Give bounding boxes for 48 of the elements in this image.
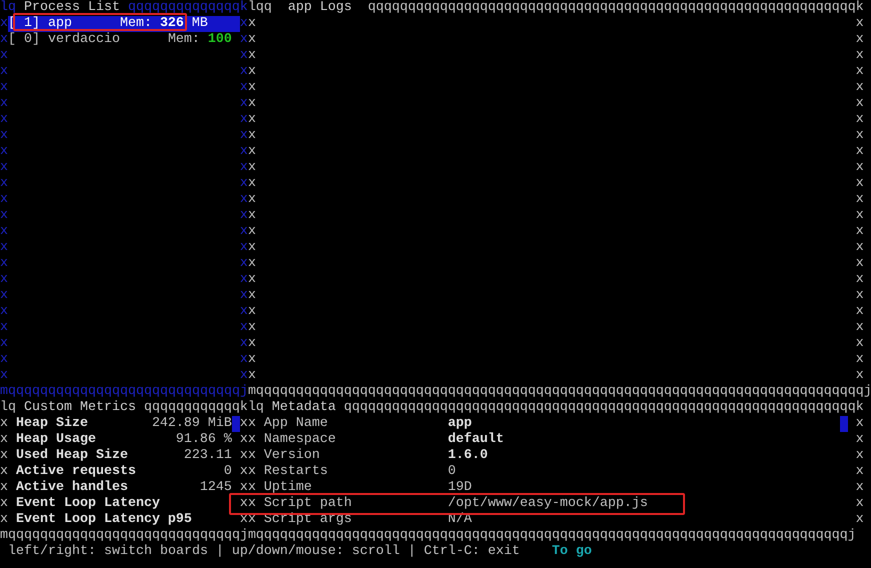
- metric-label: Event Loop Latency p95: [16, 512, 192, 528]
- panel-title: Metadata: [270, 400, 337, 416]
- metric-value: 242.89 MiB: [152, 416, 232, 432]
- metadata-value: 0: [448, 464, 456, 480]
- border-rule: mqqqqqqqqqqqqqqqqqqqqqqqqqqqqqqqqqqqqqqqqqqqqqqqqqqqqqqqqqqqqqqqqqqqqqqqqqqqqj: [248, 384, 871, 400]
- metric-value: 91.86 %: [176, 432, 232, 448]
- metric-value: 0: [224, 464, 232, 480]
- border-rule: qqqqqqqqqqqqqqqqqqqqqqqqqqqqqqqqqqqqqqqqqqqqqqqqqqqqqqqqqqqqqqqqk: [344, 400, 864, 416]
- metric-label: Active requests: [16, 464, 136, 480]
- border-edge: xxxxxxx: [856, 416, 864, 528]
- panel-title: Process List: [22, 0, 121, 16]
- panel-title: Custom Metrics: [22, 400, 137, 416]
- border-corner: lq: [0, 0, 16, 16]
- metadata-label: Restarts: [264, 464, 329, 480]
- metric-label: Used Heap Size: [16, 448, 128, 464]
- border-rule: qqqqqqqqqqqqqqqqqqqqqqqqqqqqqqqqqqqqqqqqqqqqqqqqqqqqqqqqqqqqqk: [368, 0, 864, 16]
- border-rule: mqqqqqqqqqqqqqqqqqqqqqqqqqqqqqj: [0, 528, 248, 544]
- metric-value: 1245: [200, 480, 232, 496]
- metadata-value: /opt/www/easy-mock/app.js: [448, 496, 648, 512]
- border-corner: lq: [0, 400, 16, 416]
- hint-text: To go: [552, 544, 592, 560]
- border-edge: xxxxxxxxxxxxxxxxxxxxxxx: [240, 16, 248, 384]
- key-help-text: left/right: switch boards | up/down/mouse: scroll | Ctrl-C: exit: [6, 544, 521, 560]
- border-rule: mqqqqqqqqqqqqqqqqqqqqqqqqqqqqqqqqqqqqqqqqqqqqqqqqqqqqqqqqqqqqqqqqqqqqqqqqqqj: [248, 528, 856, 544]
- scrollbar-thumb[interactable]: [840, 416, 848, 432]
- border-rule: qqqqqqqqqqqqqqk: [128, 0, 248, 16]
- metadata-value: default: [448, 432, 504, 448]
- metadata-value: 19D: [448, 480, 472, 496]
- metric-label: Active handles: [16, 480, 128, 496]
- border-corner: lqq: [248, 0, 272, 16]
- metric-value: 223.11: [184, 448, 232, 464]
- border-edge: xxxxxxxxxxxxxxxxxxxxxxx: [856, 16, 864, 384]
- metadata-value: 1.6.0: [448, 448, 488, 464]
- metric-label: Heap Size: [16, 416, 88, 432]
- metric-label: Event Loop Latency: [16, 496, 160, 512]
- panel-title: app Logs: [286, 0, 353, 16]
- metric-label: Heap Usage: [16, 432, 96, 448]
- metadata-label: Namespace: [264, 432, 337, 448]
- metadata-value: app: [448, 416, 472, 432]
- process-row[interactable]: [ 0] verdaccio Mem: 100: [8, 32, 240, 48]
- border-corner: lq: [248, 400, 264, 416]
- border-rule: qqqqqqqqqqqqk: [144, 400, 248, 416]
- scrollbar-thumb[interactable]: [232, 416, 240, 432]
- metadata-label: Version: [264, 448, 321, 464]
- metadata-label: Uptime: [264, 480, 313, 496]
- border-rule: mqqqqqqqqqqqqqqqqqqqqqqqqqqqqqj: [0, 384, 248, 400]
- metadata-label: App Name: [264, 416, 329, 432]
- metadata-label: Script path: [264, 496, 353, 512]
